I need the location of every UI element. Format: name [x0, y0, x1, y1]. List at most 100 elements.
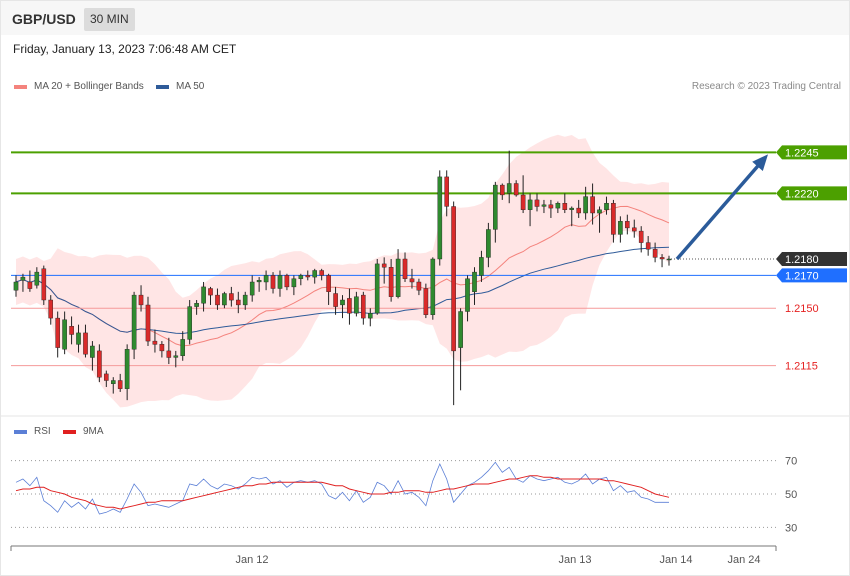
candle-body [110, 380, 116, 384]
candle-body [513, 183, 519, 196]
x-tick-jan-12: Jan 12 [235, 554, 268, 566]
candle-body [472, 271, 477, 293]
level-label-1-2245: 1.2245 [785, 147, 819, 159]
candle-body [194, 303, 199, 307]
candle-body [534, 199, 540, 207]
candle-body [493, 184, 498, 230]
candle-body [284, 275, 290, 288]
candle-body [152, 340, 158, 345]
candle-body [652, 248, 658, 258]
candle-body [242, 294, 248, 306]
candle-body [263, 275, 269, 283]
candle-body [374, 263, 380, 314]
candle-body [305, 275, 311, 278]
candle-body [215, 294, 220, 306]
candle-body [368, 313, 373, 319]
x-tick-jan-24: Jan 24 [727, 554, 760, 566]
level-label-1-2115: 1.2115 [785, 361, 818, 373]
level-label-1-2220: 1.2220 [785, 188, 819, 200]
candle-body [319, 270, 325, 276]
rsi-line [15, 461, 669, 515]
candle-body [541, 204, 547, 207]
x-tick-jan-13: Jan 13 [558, 554, 591, 566]
candle-body [465, 278, 470, 312]
candle-body [638, 230, 644, 243]
candle-body [312, 270, 318, 278]
candle-body [618, 221, 623, 235]
candle-body [340, 299, 345, 306]
candle-body [500, 184, 505, 196]
candle-body [590, 196, 595, 214]
candle-body [402, 258, 408, 279]
candle-body [361, 294, 366, 319]
candle-body [69, 326, 74, 335]
candle-body [333, 293, 338, 307]
candle-body [659, 257, 665, 260]
candle-body [395, 258, 401, 297]
candle-body [173, 355, 179, 358]
candle-body [180, 339, 186, 356]
candle-body [131, 294, 137, 350]
candle-body [479, 257, 484, 276]
candle-body [625, 221, 630, 229]
candle-body [604, 202, 609, 210]
candle-body [416, 281, 422, 291]
candle-body [645, 242, 651, 250]
candle-body [13, 281, 19, 291]
candle-body [597, 209, 602, 214]
bollinger-band [16, 134, 669, 408]
candle-body [83, 332, 88, 355]
candle-body [41, 268, 47, 301]
forecast-arrow-shaft [675, 159, 764, 261]
candle-body [27, 281, 33, 289]
candle-body [430, 258, 436, 315]
level-label-1-2150: 1.2150 [785, 303, 819, 315]
candle-body [201, 286, 206, 304]
candle-body [76, 332, 81, 345]
candle-body [520, 194, 526, 211]
rsi-tick-50: 50 [785, 489, 797, 501]
candle-body [48, 299, 53, 319]
candle-body [62, 319, 67, 350]
price-chart-svg: 1.2245 1.2220 1.2180 1.2170 1.2150 1.2115 70 50… [1, 134, 849, 566]
candle-body [222, 293, 227, 306]
candle-body [187, 306, 193, 340]
candle-body [548, 204, 554, 209]
level-label-1-2170: 1.2170 [785, 270, 819, 282]
candle-body [229, 293, 234, 301]
candle-body [291, 278, 297, 288]
candle-body [569, 207, 574, 210]
candle-body [124, 349, 130, 389]
candle-body [256, 280, 262, 283]
candle-body [159, 344, 165, 352]
candle-body [632, 227, 637, 232]
candle-body [277, 275, 283, 289]
candle-body [437, 176, 443, 260]
candle-body [354, 296, 359, 314]
candle-body [506, 183, 512, 194]
candle-body [145, 304, 151, 342]
rsi-tick-70: 70 [785, 456, 797, 468]
candle-body [527, 199, 533, 210]
candle-body [208, 288, 213, 296]
candle-body [34, 271, 40, 286]
candle-body [298, 275, 304, 279]
candle-body [409, 278, 415, 283]
candle-body [576, 207, 581, 214]
candle-body [90, 345, 95, 358]
x-tick-jan-14: Jan 14 [659, 554, 692, 566]
candle-body [611, 202, 616, 235]
candle-body [117, 380, 123, 389]
candle-body [347, 298, 352, 314]
candle-body [270, 275, 276, 289]
candle-body [562, 202, 568, 210]
candle-body [451, 206, 456, 352]
candle-body [666, 258, 672, 261]
candle-body [97, 350, 102, 378]
candle-body [326, 275, 331, 292]
candle-body [423, 288, 429, 315]
candle-body [20, 276, 26, 281]
candle-body [458, 311, 463, 348]
candle-body [55, 317, 60, 348]
candle-body [166, 350, 172, 358]
